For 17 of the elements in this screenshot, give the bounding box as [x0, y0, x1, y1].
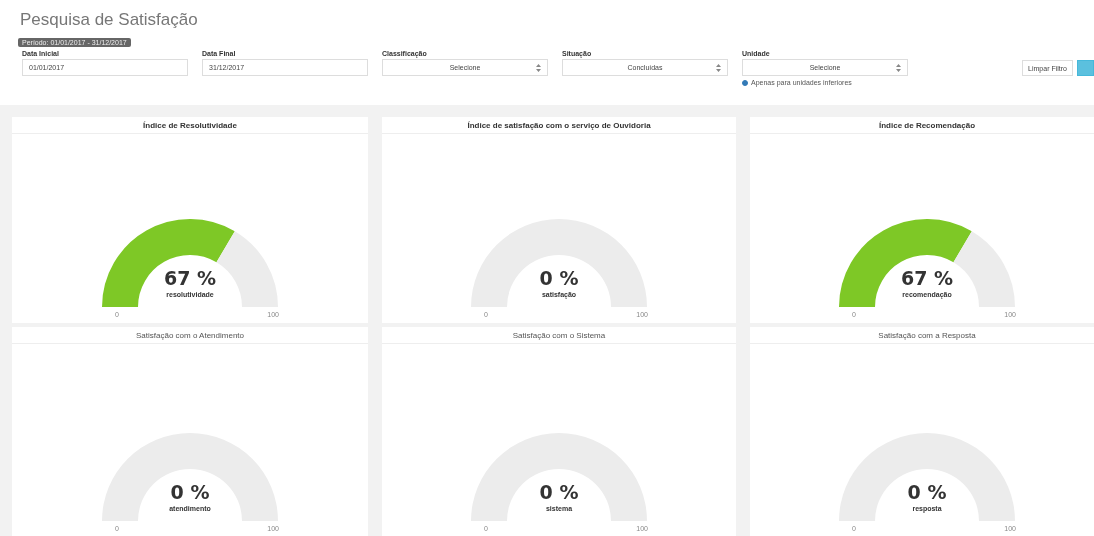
gauge-value: 0 % [538, 481, 580, 503]
gauge-value: 0 % [169, 481, 211, 503]
gauge-value: 67 % [162, 267, 218, 289]
card-title: Índice de Resolutividade [12, 117, 368, 134]
page-title: Pesquisa de Satisfação [20, 10, 199, 30]
card-title: Índice de satisfação com o serviço de Ouvidoria [382, 117, 736, 134]
radio-button[interactable] [742, 79, 748, 86]
sort-caret-icon [896, 64, 901, 72]
card-title: Satisfação com o Atendimento [12, 327, 368, 344]
sort-caret-icon [536, 64, 541, 72]
card-title: Índice de Recomendação [750, 117, 1094, 134]
card-title: Satisfação com a Resposta [750, 327, 1094, 344]
sort-caret-icon [716, 64, 721, 72]
gauge-value: 0 % [906, 481, 948, 503]
gauge-value: 0 % [538, 267, 580, 289]
card-title: Satisfação com o Sistema [382, 327, 736, 344]
gauge-value: 67 % [899, 267, 955, 289]
